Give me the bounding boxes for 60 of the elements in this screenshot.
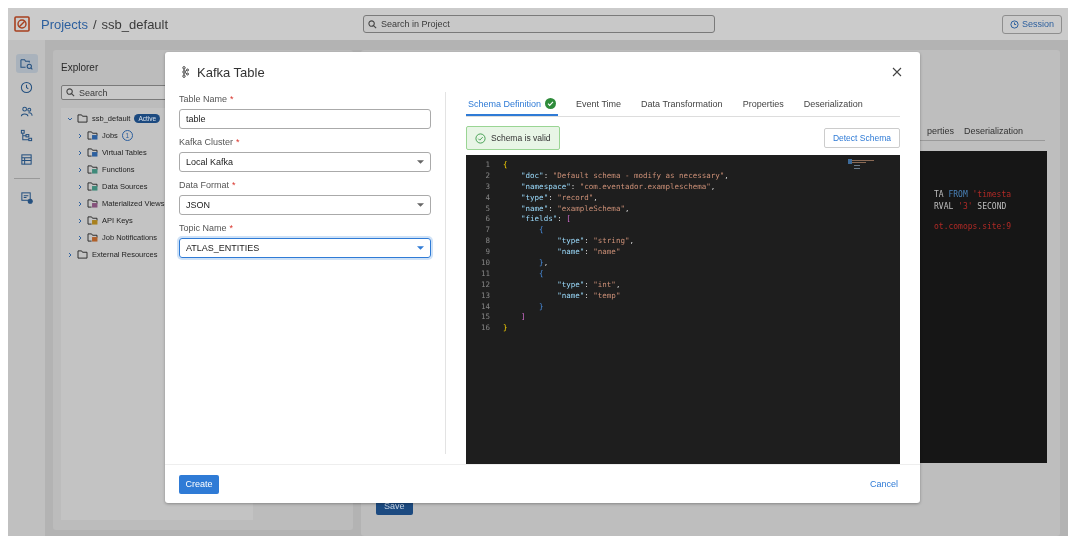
dropdown[interactable]: Local Kafka xyxy=(179,152,431,172)
code-line: RVAL '3' SECOND xyxy=(934,201,1007,213)
folder-icon xyxy=(87,199,98,208)
required-mark: * xyxy=(230,94,234,106)
chevron-icon[interactable] xyxy=(77,132,83,139)
required-mark: * xyxy=(236,137,240,149)
folder-icon xyxy=(87,182,98,191)
required-mark: * xyxy=(229,223,234,235)
field-label: Data Format xyxy=(179,180,229,192)
dropdown[interactable]: JSON xyxy=(179,195,431,215)
chevron-icon[interactable] xyxy=(77,200,83,207)
caret-icon xyxy=(417,159,424,165)
required-mark: * xyxy=(232,180,236,192)
code-line: ot.comops.site:9 xyxy=(934,221,1012,233)
tab[interactable]: Data Transformation xyxy=(639,96,725,116)
tab[interactable]: Deserialization xyxy=(963,126,1023,136)
clock-icon xyxy=(1009,19,1019,29)
folder-icon xyxy=(87,216,98,225)
search-field[interactable]: Search in Project xyxy=(363,15,716,33)
tab[interactable]: Properties xyxy=(740,96,786,116)
folder-icon xyxy=(77,114,88,123)
chevron-icon[interactable] xyxy=(67,115,73,122)
kafka-icon xyxy=(181,66,189,78)
panel-title: Explorer xyxy=(61,62,99,73)
create-button[interactable]: Create xyxy=(179,474,219,494)
caret-icon xyxy=(417,245,424,251)
tab[interactable]: Schema Definition xyxy=(466,96,559,116)
alert-text: Schema is valid xyxy=(491,133,551,143)
breadcrumb-separator: / xyxy=(92,16,97,32)
tab[interactable]: Event Time xyxy=(574,96,624,116)
chevron-icon[interactable] xyxy=(77,217,83,224)
chevron-icon[interactable] xyxy=(77,183,83,190)
breadcrumb-link[interactable]: Projects xyxy=(41,16,88,32)
check-circle-icon xyxy=(475,132,486,144)
tab[interactable]: perties xyxy=(926,126,954,136)
chevron-icon[interactable] xyxy=(77,166,83,173)
input-field[interactable]: table xyxy=(179,109,431,129)
field-label: Topic Name xyxy=(179,223,227,235)
logo-icon xyxy=(14,16,30,32)
field-label: Table Name xyxy=(179,94,228,106)
caret-icon xyxy=(417,202,424,208)
code-line: TA FROM 'timesta xyxy=(934,189,1012,201)
cancel-link[interactable]: Cancel xyxy=(870,479,898,489)
tab[interactable]: Deserialization xyxy=(801,96,865,116)
chevron-icon[interactable] xyxy=(67,251,73,258)
folder-icon xyxy=(87,148,98,157)
folder-icon xyxy=(77,250,88,259)
folder-icon xyxy=(87,131,98,140)
chevron-icon[interactable] xyxy=(77,149,83,156)
close-icon[interactable] xyxy=(892,67,902,77)
folder-icon xyxy=(87,165,98,174)
dialog-title: Kafka Table xyxy=(197,64,265,80)
breadcrumb-current: ssb_default xyxy=(101,16,169,32)
folder-search-icon[interactable] xyxy=(15,54,38,73)
detect-schema-button[interactable]: Detect Schema xyxy=(823,128,900,148)
chevron-icon[interactable] xyxy=(77,234,83,241)
field-label: Kafka Cluster xyxy=(179,137,234,149)
session-button[interactable]: Session xyxy=(1001,14,1062,34)
folder-icon xyxy=(87,233,98,242)
dropdown[interactable]: ATLAS_ENTITIES xyxy=(179,238,431,258)
